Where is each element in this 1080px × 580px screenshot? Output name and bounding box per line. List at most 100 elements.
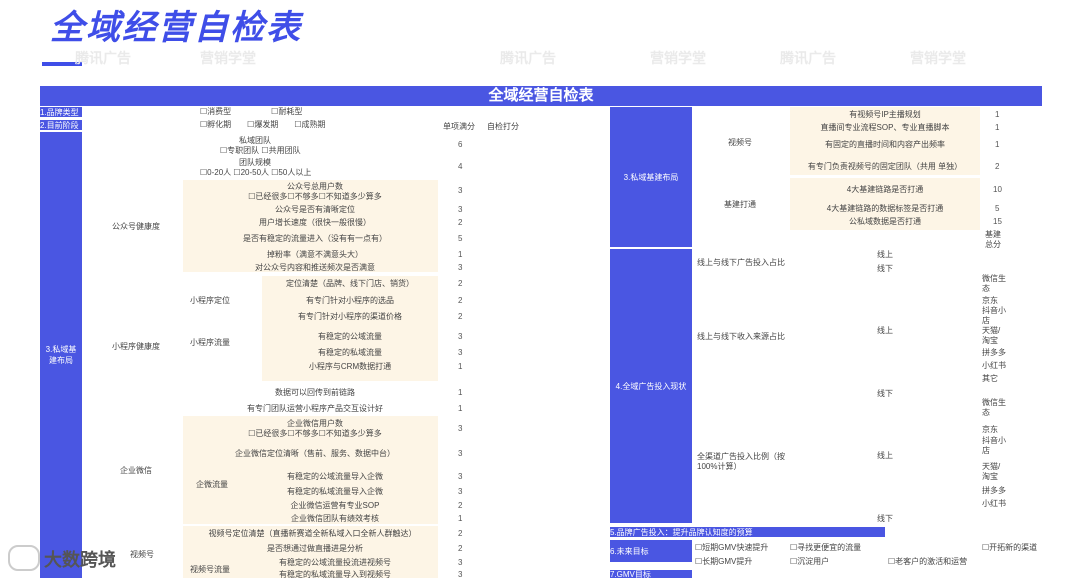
online-rev-label: 线上 [877,326,893,335]
team-options[interactable]: ☐专职团队 ☐共用团队 [220,146,301,156]
video-label: 视频号 [130,550,154,559]
online-label: 线上 [877,250,893,259]
ch-score: 2 [995,162,1000,171]
logo-text: 大数跨境 [44,550,116,570]
vd-item: 有稳定的公域流量投流进视频号 [279,558,391,567]
oa-item: 掉粉率（满意不满意头大） [267,250,363,259]
inf-item: 4大基建链路的数据标签是否打通 [826,204,944,213]
wc-item: 企业微信运营有专业SOP [290,501,380,510]
ch-item: 直播间专业流程SOP、专业直播脚本 [820,123,950,132]
wecom-traffic-label: 企微流量 [196,480,228,489]
oa-item: 公众号是否有清晰定位 [275,205,355,214]
goal-find-traffic[interactable]: ☐寻找更便宜的流量 [790,543,861,553]
vd-score: 2 [458,544,463,553]
scale-label: 团队规模 [239,158,271,167]
platform-item: 拼多多 [982,348,1006,357]
wc-score: 3 [458,472,463,481]
watermark: 腾讯广告 [500,50,556,66]
ch-score: 1 [995,140,1000,149]
oa-item: 用户增长速度（很快一般很慢） [259,218,371,227]
mp-item: 有稳定的私域流量 [318,348,382,357]
infra-total: 基建总分 [985,230,1001,249]
oa-item: 是否有稳定的流量进入（没有有一点有） [243,234,387,243]
wc-item: 企业微信定位清晰（售前、服务、数据中台） [235,449,395,458]
mp-traffic-label: 小程序流量 [190,338,230,347]
oa-score: 2 [458,218,463,227]
ch-score: 1 [995,110,1000,119]
col-self-score: 自检打分 [487,122,519,131]
mp-score: 2 [458,279,463,288]
online-ch-label: 线上 [877,451,893,460]
watermark: 营销学堂 [650,50,706,66]
offline-rev-label: 线下 [877,389,893,398]
table-header: 全域经营自检表 [40,86,1042,106]
mp-score: 2 [458,312,463,321]
watermark: 腾讯广告 [780,50,836,66]
ad-ratio-label: 线上与线下广告投入占比 [697,258,785,267]
stage-label: 2.目前阶段 [40,120,82,130]
wc-score: 3 [458,487,463,496]
offline-label: 线下 [877,264,893,273]
watermark: 营销学堂 [200,50,256,66]
mp-item: 有专门针对小程序的选品 [306,296,394,305]
rev-ratio-label: 线上与线下收入来源占比 [697,332,785,341]
channels-label: 视频号 [728,138,752,147]
mp-position-label: 小程序定位 [190,296,230,305]
platform2-item: 京东 [982,425,998,434]
platform-item: 京东 [982,296,998,305]
wc-score: 1 [458,514,463,523]
mp-item: 有专门针对小程序的渠道价格 [298,312,402,321]
oa-score: 3 [458,263,463,272]
inf-score: 15 [993,217,1002,226]
col-full-score: 单项满分 [443,122,475,131]
platform-item: 微信生态 [982,274,1006,293]
wc-score: 2 [458,501,463,510]
goal-old-customer[interactable]: ☐老客户的激活和运营 [888,557,967,567]
brand-type-options[interactable]: ☐消费型 ☐耐耗型 [200,107,302,117]
private-domain-section: 3.私域基建布局 [40,132,82,578]
watermark: 营销学堂 [910,50,966,66]
future-goal-label: 6.未来目标 [610,540,692,562]
video-traffic-label: 视频号流量 [190,565,230,574]
mini-program-label: 小程序健康度 [112,342,160,351]
inf-score: 5 [995,204,1000,213]
mp-item: 数据可以回传到前链路 [275,388,355,397]
goal-deposit[interactable]: ☐沉淀用户 [790,557,829,567]
mp-item: 定位清楚（品牌、线下门店、销货） [286,279,414,288]
vd-item: 是否想通过做直播进是分析 [267,544,363,553]
vd-score: 2 [458,529,463,538]
platform-item: 天猫/淘宝 [982,326,1001,345]
mp-score: 2 [458,296,463,305]
goal-short-term[interactable]: ☐短期GMV快速提升 [695,543,768,553]
wc-item: 企业微信团队有绩效考核 [291,514,379,523]
scale-options[interactable]: ☐0-20人 ☐20-50人 ☐50人以上 [200,168,311,178]
mp-item: 有稳定的公域流量 [318,332,382,341]
inf-item: 公私域数据是否打通 [849,217,921,226]
logo-icon [8,545,40,571]
mp-item: 小程序与CRM数据打通 [308,362,392,371]
ch-item: 有专门负责视频号的固定团队（共用 单独） [807,162,963,171]
goal-long-term[interactable]: ☐长期GMV提升 [695,557,752,567]
mp-score: 3 [458,348,463,357]
scale-score: 4 [458,162,463,171]
stage-options[interactable]: ☐孵化期 ☐爆发期 ☐成熟期 [200,120,326,130]
wc-item: 有稳定的公域流量导入企微 [287,472,383,481]
ch-score: 1 [995,123,1000,132]
wc-score: 3 [458,424,463,433]
oa-item: 公众号总用户数 ☐已经很多☐不够多☐不知道多少算多 [248,182,382,201]
vd-item: 视频号定位清楚（直播新赛道全新私域入口全新人群触达） [208,529,417,538]
platform-item: 其它 [982,374,998,383]
wc-score: 3 [458,449,463,458]
ch-item: 有固定的直播时间和内容产出频率 [825,140,945,149]
platform2-item: 小红书 [982,499,1006,508]
mp-score: 3 [458,332,463,341]
wc-item: 企业微信用户数 ☐已经很多☐不够多☐不知道多少算多 [248,419,382,438]
team-label: 私域团队 [239,136,271,145]
wc-item: 有稳定的私域流量导入企微 [287,487,383,496]
vd-item: 有稳定的私域流量导入到视频号 [279,570,391,579]
ad-section: 4.全域广告投入现状 [610,249,692,523]
wecom-label: 企业微信 [120,466,152,475]
platform-item: 抖音小店 [982,306,1006,325]
goal-open-channel[interactable]: ☐开拓新的渠道 [982,543,1037,553]
platform-item: 小红书 [982,361,1006,370]
